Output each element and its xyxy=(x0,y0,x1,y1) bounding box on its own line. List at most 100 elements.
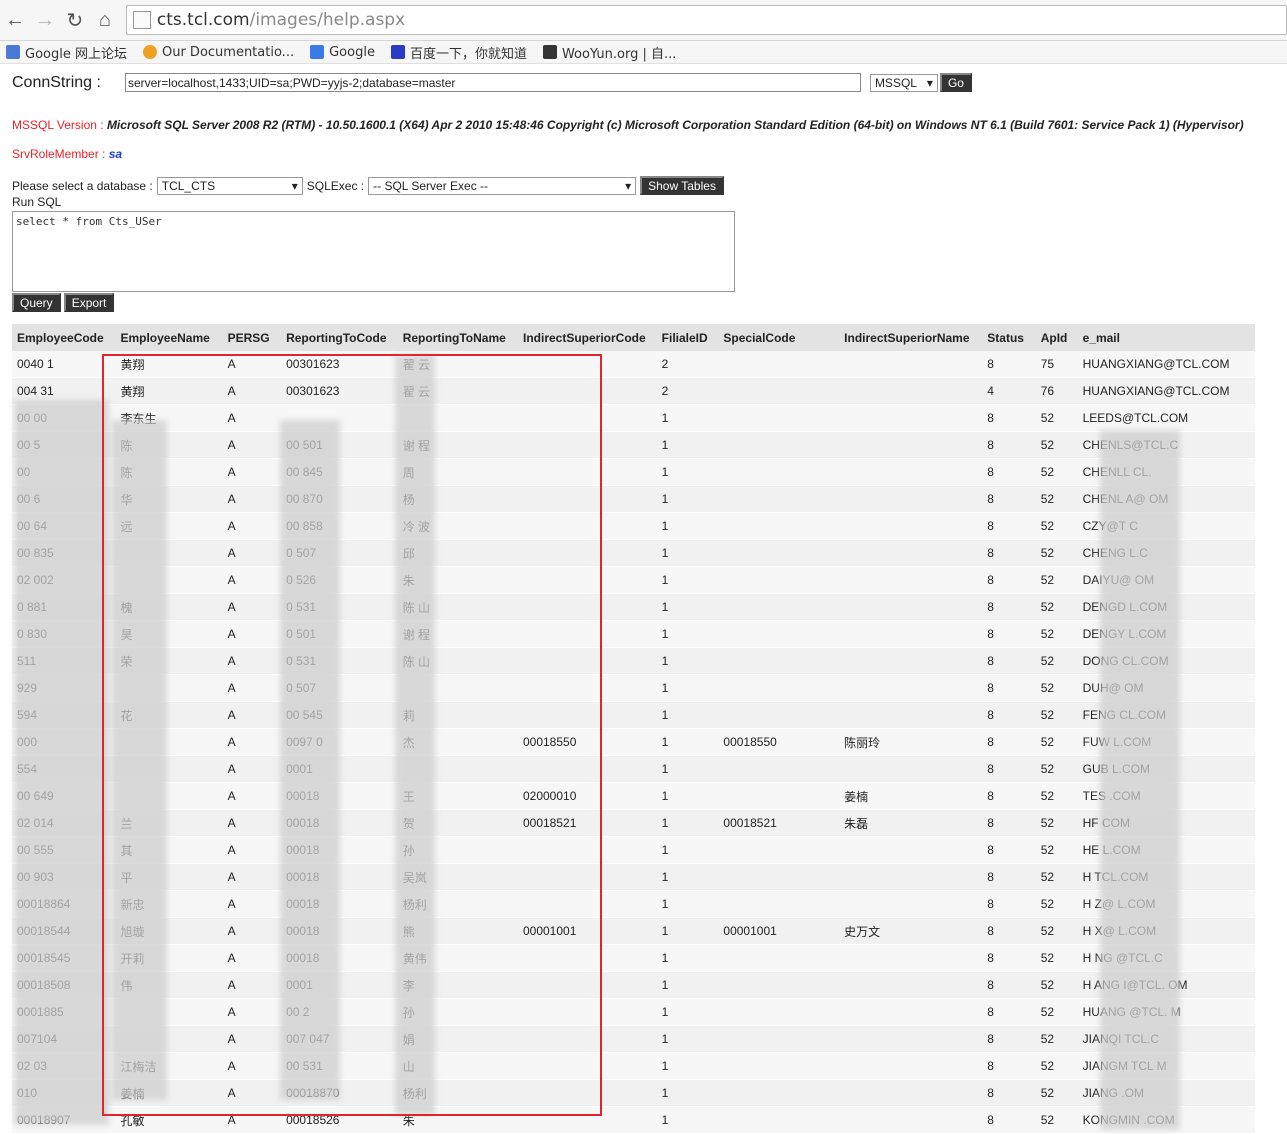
column-header: EmployeeCode xyxy=(12,324,116,351)
table-cell: 52 xyxy=(1035,458,1078,486)
table-cell: 00018544 xyxy=(12,917,116,945)
table-cell: 1 xyxy=(656,728,719,756)
table-row: 00 00 李东生 A 1 8 52 LEEDS@TCL.COM xyxy=(12,404,1255,432)
table-cell: 8 xyxy=(982,836,1036,864)
table-cell: 江梅洁 xyxy=(115,1052,223,1080)
table-cell: 00 545 xyxy=(281,701,398,729)
table-cell xyxy=(839,566,983,594)
table-row: 0040 1 黄翔 A 00301623 翟 云 2 8 75 HUANGXIANG@TCL.C… xyxy=(12,351,1255,378)
home-icon[interactable]: ⌂ xyxy=(90,5,120,35)
table-cell: 00018864 xyxy=(12,890,116,918)
bookmark-baidu[interactable]: 百度一下，你就知道 xyxy=(390,43,527,62)
table-row: 00018907 孔敏 A 00018526 朱 1 8 52 KONGMIN .COM xyxy=(12,1106,1255,1134)
sql-textarea[interactable]: select * from Cts_USer xyxy=(12,211,735,292)
docs-icon xyxy=(142,45,157,59)
back-arrow-icon[interactable]: ← xyxy=(0,5,30,35)
table-cell: 8 xyxy=(982,971,1036,999)
table-cell xyxy=(839,431,983,459)
table-cell xyxy=(517,971,657,999)
table-cell: 52 xyxy=(1035,998,1078,1026)
table-cell: 52 xyxy=(1035,620,1078,648)
table-cell xyxy=(839,944,983,972)
table-cell: 000 xyxy=(12,728,116,756)
table-cell: 007104 xyxy=(12,1025,116,1053)
table-cell: 52 xyxy=(1035,863,1078,891)
table-cell: 00 501 xyxy=(281,431,398,459)
table-cell: 004 31 xyxy=(12,377,116,405)
table-row: 00 陈 A 00 845 周 1 8 52 CHENLL CL. xyxy=(12,458,1255,486)
table-cell: 52 xyxy=(1035,674,1078,702)
table-cell: H NG @TCL.C xyxy=(1077,944,1255,972)
table-cell: A xyxy=(222,998,282,1026)
column-header: Status xyxy=(982,324,1036,351)
table-row: 0001885 A 00 2孙 1 8 52 HUANG @TCL. M xyxy=(12,998,1255,1026)
table-cell: 00018 xyxy=(281,917,398,945)
go-button[interactable]: Go xyxy=(939,73,972,92)
bookmarks-bar: Google 网上论坛 Our Documentatio... Google 百… xyxy=(0,41,1287,64)
bookmark-google[interactable]: Google xyxy=(310,45,375,60)
bookmark-docs[interactable]: Our Documentatio... xyxy=(142,45,294,60)
table-cell: 8 xyxy=(982,674,1036,702)
table-row: 00 64 远 A 00 858 冷 波 1 8 52 CZY@T C xyxy=(12,512,1255,540)
table-cell: A xyxy=(222,728,282,756)
table-cell xyxy=(517,377,657,405)
table-cell: 00 2 xyxy=(281,998,398,1026)
table-cell: A xyxy=(222,377,282,405)
table-cell xyxy=(517,674,657,702)
table-cell xyxy=(839,890,983,918)
database-select[interactable]: TCL_CTS ▾ xyxy=(156,176,303,195)
table-cell: A xyxy=(222,566,282,594)
conn-string-input[interactable]: server=localhost,1433;UID=sa;PWD=yyjs-2;… xyxy=(124,73,861,92)
table-cell: DUH@ OM xyxy=(1077,674,1255,702)
table-cell: 00018 xyxy=(281,782,398,810)
column-header: IndirectSuperiorCode xyxy=(517,324,657,351)
table-cell xyxy=(839,674,983,702)
table-cell: 8 xyxy=(982,701,1036,729)
table-cell xyxy=(718,836,840,864)
table-cell: 陈丽玲 xyxy=(839,728,983,756)
table-cell: 槐 xyxy=(115,593,223,621)
table-cell xyxy=(718,674,840,702)
table-cell: 1 xyxy=(656,782,719,810)
version-line: MSSQL Version : Microsoft SQL Server 200… xyxy=(12,118,1244,132)
table-cell xyxy=(115,998,223,1026)
table-cell: 00 903 xyxy=(12,863,116,891)
table-cell: A xyxy=(222,1025,282,1053)
query-button[interactable]: Query xyxy=(12,293,61,312)
bookmark-wooyun[interactable]: WooYun.org | 自... xyxy=(542,43,677,62)
table-cell: 新忠 xyxy=(115,890,223,918)
table-cell: 00 649 xyxy=(12,782,116,810)
table-cell: 52 xyxy=(1035,485,1078,513)
table-cell: JIANGM TCL M xyxy=(1077,1052,1255,1080)
db-type-select[interactable]: MSSQL ▾ xyxy=(869,73,938,92)
table-cell: 2 xyxy=(656,377,719,405)
sqlexec-select[interactable]: -- SQL Server Exec -- ▾ xyxy=(368,176,637,195)
table-cell: 贺 xyxy=(397,809,518,837)
table-cell: CHENL A@ OM xyxy=(1077,485,1255,513)
forward-arrow-icon[interactable]: → xyxy=(30,5,60,35)
export-button[interactable]: Export xyxy=(63,293,115,312)
column-header: ReportingToCode xyxy=(281,324,398,351)
table-cell xyxy=(839,404,983,432)
table-row: 00018508 伟 A 0001 李 1 8 52 H ANG I@TCL. OM xyxy=(12,971,1255,999)
table-cell: 1 xyxy=(656,890,719,918)
table-cell: 52 xyxy=(1035,944,1078,972)
table-cell xyxy=(718,1106,840,1134)
address-bar[interactable]: cts.tcl.com/images/help.aspx xyxy=(125,5,1287,35)
table-cell: 0001885 xyxy=(12,998,116,1026)
table-cell xyxy=(718,863,840,891)
bookmark-label: WooYun.org | 自... xyxy=(561,46,677,62)
show-tables-button[interactable]: Show Tables xyxy=(640,176,724,195)
table-cell xyxy=(397,674,518,702)
dropdown-arrow-icon: ▾ xyxy=(926,75,933,90)
table-cell: 52 xyxy=(1035,701,1078,729)
wooyun-icon xyxy=(542,45,557,59)
table-cell xyxy=(839,1052,983,1080)
table-cell: 陈 xyxy=(115,431,223,459)
table-cell: 平 xyxy=(115,863,223,891)
table-cell: 杰 xyxy=(397,728,518,756)
bookmark-google-groups[interactable]: Google 网上论坛 xyxy=(6,43,127,62)
table-cell: 莉 xyxy=(397,701,518,729)
table-cell xyxy=(115,566,223,594)
reload-icon[interactable]: ↻ xyxy=(60,5,90,35)
